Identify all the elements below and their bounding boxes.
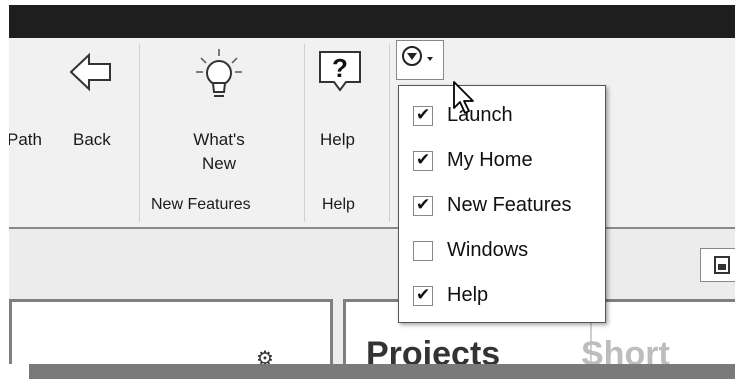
back-button-label: Back [73,130,111,149]
mouse-cursor-icon [453,81,474,114]
checkbox-my-home[interactable] [413,150,433,171]
back-button[interactable]: Back [65,38,125,188]
ribbon: Path Back What's New New Features ? Help… [9,38,735,228]
back-arrow-icon [69,52,111,92]
left-panel: ⚙ [9,299,333,364]
menu-item-label: Windows [447,239,529,261]
customize-dropdown-menu: Launch My Home New Features Windows Help [398,85,606,323]
title-bar [9,5,735,38]
customize-dropdown-icon [402,46,433,66]
menu-item-my-home[interactable]: My Home [399,139,605,183]
question-icon: ? [319,51,361,92]
menu-item-label: Help [447,284,489,306]
tab-shortcuts[interactable]: Short [581,335,670,364]
path-button-label[interactable]: Path [9,130,42,150]
whats-new-button[interactable]: What's New [159,38,279,188]
customize-dropdown-button[interactable] [396,40,444,80]
group-label-help: Help [322,196,355,213]
panel-icon [714,256,730,274]
workspace-area: ⚙ Projects Short [9,229,735,364]
svg-text:?: ? [332,53,348,83]
menu-item-label: New Features [447,194,572,216]
menu-item-windows[interactable]: Windows [399,229,605,273]
whats-new-label-line1: What's [193,130,245,149]
checkbox-launch[interactable] [413,105,433,126]
menu-item-label: My Home [447,149,533,171]
gear-icon[interactable]: ⚙ [256,346,274,364]
menu-item-launch[interactable]: Launch [399,94,605,138]
group-label-new-features: New Features [151,196,251,213]
help-button-label: Help [320,130,355,149]
group-separator [304,44,305,222]
menu-item-help[interactable]: Help [399,274,605,318]
help-button[interactable]: ? Help [312,38,372,188]
window-shadow [29,364,735,379]
tab-projects[interactable]: Projects [366,335,500,364]
checkbox-help[interactable] [413,285,433,306]
application-window: Path Back What's New New Features ? Help… [9,5,735,364]
whats-new-label-line2: New [201,154,236,173]
menu-item-new-features[interactable]: New Features [399,184,605,228]
checkbox-new-features[interactable] [413,195,433,216]
panel-toggle-button[interactable] [700,248,735,282]
checkbox-windows[interactable] [413,241,433,261]
group-separator [139,44,140,222]
group-separator [389,44,390,222]
lightbulb-icon [196,49,242,97]
